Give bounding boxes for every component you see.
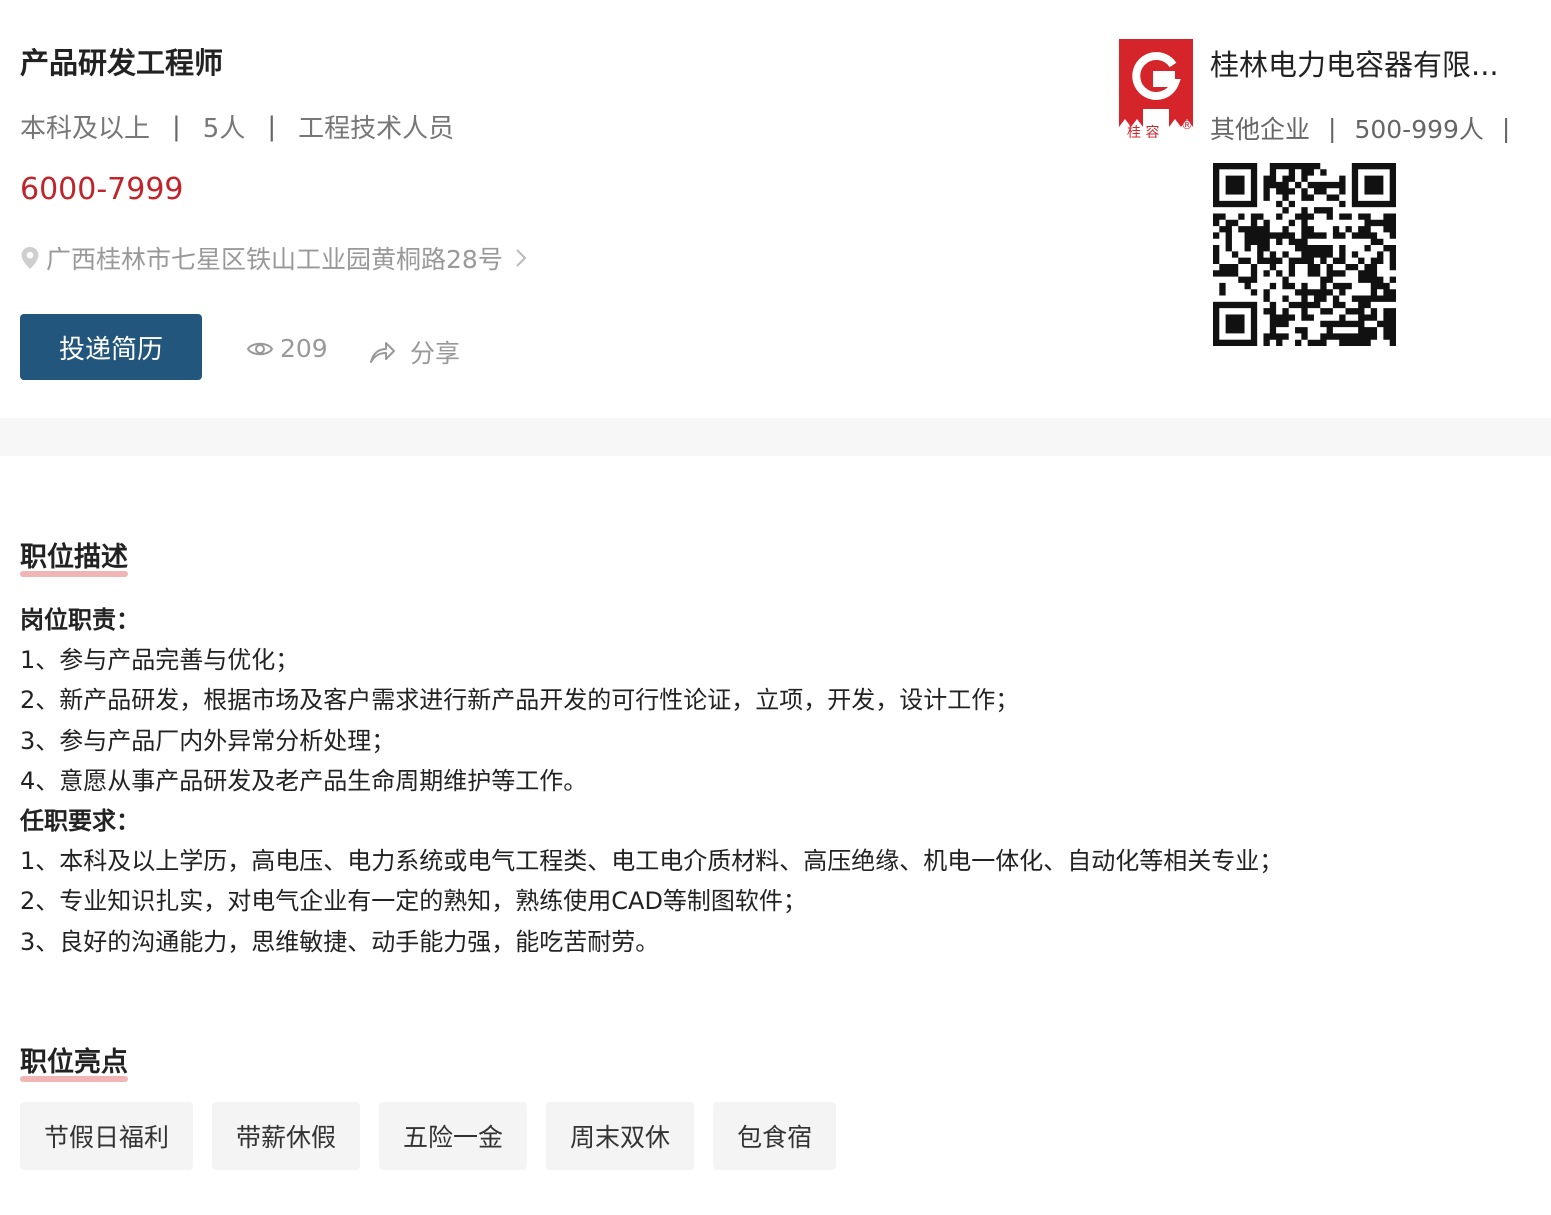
company-name[interactable]: 桂林电力电容器有限... (1210, 42, 1520, 84)
company-logo[interactable]: 桂 容 ® (1117, 37, 1195, 141)
qr-code (1213, 163, 1396, 346)
address-text: 广西桂林市七星区铁山工业园黄桐路28号 (46, 245, 503, 274)
logo-registered-mark: ® (1181, 118, 1193, 132)
eye-icon (246, 342, 274, 355)
duties-heading: 岗位职责： (20, 606, 140, 634)
highlight-tag: 包食宿 (713, 1102, 837, 1170)
requirements-heading: 任职要求： (20, 807, 140, 836)
location-pin-icon (21, 247, 39, 269)
highlight-tag: 周末双休 (546, 1102, 695, 1170)
logo-caption: 桂 容 (1127, 124, 1159, 141)
education-requirement: 本科及以上 (20, 114, 151, 144)
meta-separator: | (1328, 113, 1337, 143)
company-size: 500-999人 (1354, 115, 1484, 144)
duty-item: 1、参与产品完善与优化； (20, 646, 300, 675)
section-divider (0, 418, 1551, 456)
meta-separator: | (267, 111, 277, 142)
share-label: 分享 (410, 339, 461, 368)
highlight-tags: 节假日福利 带薪休假 五险一金 周末双休 包食宿 (20, 1102, 855, 1170)
salary: 6000-7999 (20, 172, 184, 207)
share-icon (370, 342, 395, 363)
highlight-tag: 带薪休假 (212, 1102, 361, 1170)
description-section-title: 职位描述 (20, 535, 128, 577)
headcount: 5人 (202, 114, 246, 144)
job-category: 工程技术人员 (298, 114, 455, 144)
apply-resume-button[interactable]: 投递简历 (20, 314, 202, 380)
duty-item: 4、意愿从事产品研发及老产品生命周期维护等工作。 (20, 766, 588, 795)
view-count-value: 209 (280, 334, 328, 363)
share-button[interactable]: 分享 (368, 334, 460, 370)
highlight-tag: 五险一金 (379, 1102, 528, 1170)
address-link[interactable]: 广西桂林市七星区铁山工业园黄桐路28号 (20, 240, 533, 276)
qr-finder (1351, 163, 1396, 208)
company-type: 其他企业 (1210, 115, 1311, 144)
company-meta: 其他企业 | 500-999人 | (1210, 110, 1528, 146)
meta-separator: | (172, 111, 181, 142)
duty-item: 2、新产品研发，根据市场及客户需求进行新产品开发的可行性论证，立项，开发，设计工… (20, 686, 1020, 715)
highlights-section-title: 职位亮点 (20, 1040, 128, 1082)
requirement-item: 3、良好的沟通能力，思维敏捷、动手能力强，能吃苦耐劳。 (20, 927, 660, 956)
view-count: 209 (246, 334, 328, 363)
job-meta: 本科及以上 | 5人 | 工程技术人员 (20, 108, 454, 145)
duty-item: 3、参与产品厂内外异常分析处理； (20, 726, 396, 755)
qr-finder (1213, 301, 1258, 346)
chevron-right-icon (516, 249, 527, 267)
job-description: 岗位职责： 1、参与产品完善与优化； 2、新产品研发，根据市场及客户需求进行新产… (20, 600, 1283, 962)
requirement-item: 1、本科及以上学历，高电压、电力系统或电气工程类、电工电介质材料、高压绝缘、机电… (20, 847, 1284, 876)
description-title-text: 职位描述 (20, 542, 128, 573)
qr-finder (1213, 163, 1258, 208)
highlights-title-text: 职位亮点 (20, 1047, 128, 1078)
job-title: 产品研发工程师 (20, 46, 224, 80)
meta-separator: | (1501, 113, 1511, 143)
highlight-tag: 节假日福利 (20, 1102, 194, 1170)
requirement-item: 2、专业知识扎实，对电气企业有一定的熟知，熟练使用CAD等制图软件； (20, 887, 807, 916)
